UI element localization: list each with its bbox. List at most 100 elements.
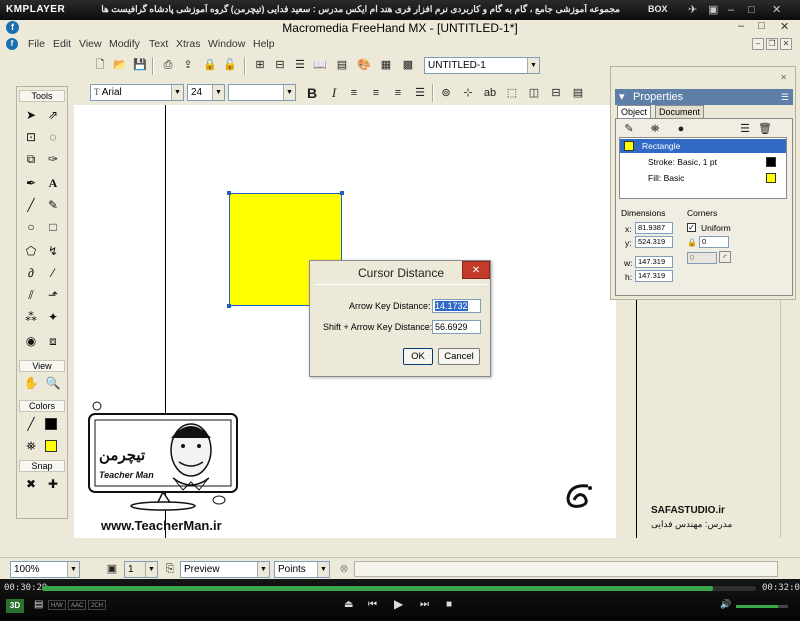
pen-tool-icon[interactable]: ✒ <box>21 173 41 193</box>
y-field[interactable]: 524.319 <box>635 236 673 248</box>
page-combo[interactable]: 1 ▼ <box>124 561 158 578</box>
add-effect-icon[interactable]: ● <box>673 121 689 137</box>
export-icon[interactable]: ⇪ <box>180 57 196 73</box>
list-item[interactable]: Rectangle <box>620 139 786 153</box>
corner-style-icon[interactable]: ◜ <box>719 251 731 263</box>
duplicate-icon[interactable]: ☰ <box>737 121 753 137</box>
menu-modify[interactable]: Modify <box>109 38 140 50</box>
player-logo[interactable]: KMPLAYER <box>6 4 65 15</box>
import-icon[interactable]: ⎙ <box>160 57 176 73</box>
app-maximize-icon[interactable]: □ <box>758 20 765 32</box>
style-combo[interactable]: ▼ <box>228 84 296 101</box>
new-icon[interactable]: 🗋 <box>92 57 108 73</box>
add-fill-icon[interactable]: ⛯ <box>647 121 663 137</box>
doc-restore-icon[interactable]: ❐ <box>766 38 778 50</box>
player-box-label[interactable]: BOX <box>648 4 668 14</box>
h-field[interactable]: 147.319 <box>635 270 673 282</box>
save-icon[interactable]: 💾 <box>132 57 148 73</box>
dialog-close-icon[interactable]: ✕ <box>462 261 490 279</box>
speaker-icon[interactable]: 🔊 <box>720 599 731 610</box>
spiral-tool-icon[interactable]: ↯ <box>43 241 63 261</box>
bold-button[interactable]: B <box>304 85 320 101</box>
doc-close-icon[interactable]: ✕ <box>780 38 792 50</box>
subselect-tool-icon[interactable]: ⇗ <box>43 105 63 125</box>
lasso-tool-icon[interactable]: ◌ <box>43 127 63 147</box>
rectangle-tool-icon[interactable]: □ <box>43 217 63 237</box>
3d-badge[interactable]: 3D <box>6 599 24 613</box>
chevron-down-icon[interactable]: ▼ <box>171 85 183 100</box>
hand-tool-icon[interactable]: ✋ <box>21 373 41 393</box>
swatches-icon[interactable]: ▦ <box>378 57 394 73</box>
trace-tool-icon[interactable]: ⫽ <box>21 285 41 305</box>
chevron-down-icon[interactable]: ▼ <box>527 58 539 73</box>
x-field[interactable]: 81.9387 <box>635 222 673 234</box>
chevron-down-icon[interactable]: ▼ <box>145 562 157 577</box>
menu-help[interactable]: Help <box>253 38 275 50</box>
pointer-tool-icon[interactable]: ➤ <box>21 105 41 125</box>
columns-icon[interactable]: ⊟ <box>548 85 564 101</box>
close-icon[interactable]: ✕ <box>772 3 781 17</box>
previous-icon[interactable]: ⏮ <box>368 599 377 610</box>
uniform-checkbox[interactable]: ✓ <box>687 223 696 232</box>
skin-icon[interactable]: ▣ <box>708 3 718 17</box>
size-combo[interactable]: 24 ▼ <box>187 84 225 101</box>
italic-icon[interactable]: I <box>326 85 342 101</box>
tab-document[interactable]: Document <box>655 105 705 118</box>
color-mixer-icon[interactable]: 🎨 <box>356 57 372 73</box>
chevron-down-icon[interactable]: ▼ <box>67 562 79 577</box>
w-field[interactable]: 147.319 <box>635 256 673 268</box>
play-icon[interactable]: ▶ <box>394 597 403 611</box>
app-minimize-icon[interactable]: – <box>738 20 744 32</box>
arrow-key-distance-input[interactable]: 14.1732 <box>432 299 481 313</box>
lock-icon[interactable]: 🔒 <box>202 57 218 73</box>
chevron-down-icon[interactable]: ▼ <box>212 85 224 100</box>
cancel-button[interactable]: Cancel <box>438 348 480 365</box>
eyedropper-tool-icon[interactable]: ✑ <box>43 149 63 169</box>
tab-object[interactable]: Object <box>617 105 652 118</box>
playlist-icon[interactable]: ▤ <box>34 599 43 610</box>
fill-color-icon[interactable]: ⛯ <box>21 436 41 456</box>
list-item[interactable]: Stroke: Basic, 1 pt <box>620 155 786 169</box>
freeform-tool-icon[interactable]: ∂ <box>21 263 41 283</box>
selection-handle[interactable] <box>227 304 231 308</box>
shift-arrow-key-distance-input[interactable]: 56.6929 <box>432 320 481 334</box>
menu-edit[interactable]: Edit <box>53 38 71 50</box>
doc-minimize-icon[interactable]: – <box>752 38 764 50</box>
attach-path-icon[interactable]: ⊹ <box>460 85 476 101</box>
page-icon[interactable]: ▣ <box>104 561 120 577</box>
align-icon[interactable]: ⊟ <box>272 57 288 73</box>
chevron-down-icon[interactable]: ▼ <box>283 85 295 100</box>
graphic-hose-icon[interactable]: ⁂ <box>21 307 41 327</box>
add-stroke-icon[interactable]: ✎ <box>621 121 637 137</box>
text-tool-icon[interactable]: A <box>43 173 63 193</box>
menu-xtras[interactable]: Xtras <box>176 38 201 50</box>
minimize-icon[interactable]: – <box>728 3 734 17</box>
trash-icon[interactable]: 🗑 <box>757 121 773 137</box>
chevron-down-icon[interactable]: ▼ <box>257 562 269 577</box>
align-left-icon[interactable]: ≡ <box>346 85 362 101</box>
convert-outlines-icon[interactable]: ab <box>482 85 498 101</box>
unlock-icon[interactable]: 🔓 <box>222 57 238 73</box>
page-add-icon[interactable]: ⎘ <box>162 561 178 577</box>
align-center-icon[interactable]: ≡ <box>368 85 384 101</box>
zoom-combo[interactable]: 100% ▼ <box>10 561 80 578</box>
eject-icon[interactable]: ⏏ <box>344 599 353 610</box>
hand-pointer-icon[interactable]: ⧈ <box>43 331 63 351</box>
page-tool-icon[interactable]: ⊡ <box>21 127 41 147</box>
next-icon[interactable]: ⏭ <box>420 599 429 610</box>
cancel-redraw-icon[interactable]: ⊗ <box>336 561 352 577</box>
corner-radius-field[interactable]: 0 <box>699 236 729 248</box>
library-icon[interactable]: 📖 <box>312 57 328 73</box>
align-right-icon[interactable]: ≡ <box>390 85 406 101</box>
maximize-icon[interactable]: □ <box>748 3 755 17</box>
chart-tool-icon[interactable]: ◉ <box>21 331 41 351</box>
pencil-tool-icon[interactable]: ✎ <box>43 195 63 215</box>
panel-close-icon[interactable]: ✕ <box>780 73 787 82</box>
stroke-color-icon[interactable]: ╱ <box>21 414 41 434</box>
list-item[interactable]: Fill: Basic <box>620 171 786 185</box>
perspective-tool-icon[interactable]: ✦ <box>43 307 63 327</box>
zoom-tool-icon[interactable]: 🔍 <box>43 373 63 393</box>
line-tool-icon[interactable]: ╱ <box>21 195 41 215</box>
menu-file[interactable]: File <box>28 38 45 50</box>
volume-slider[interactable] <box>736 605 788 608</box>
